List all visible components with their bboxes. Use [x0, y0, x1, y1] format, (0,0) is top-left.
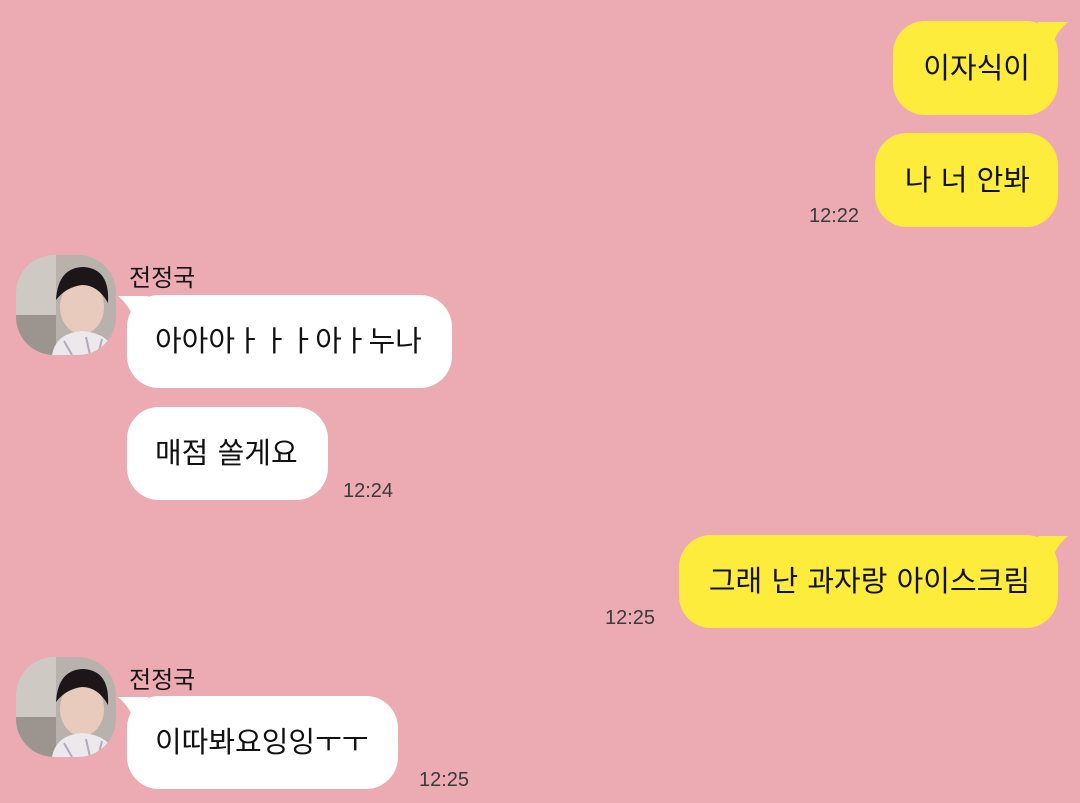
message-text: 그래 난 과자랑 아이스크림: [708, 564, 1030, 598]
message-text: 아아아ㅏㅏㅏ아ㅏ누나: [155, 324, 422, 358]
avatar[interactable]: [16, 255, 116, 355]
sender-name: 전정국: [129, 264, 196, 292]
their-message-bubble[interactable]: 아아아ㅏㅏㅏ아ㅏ누나: [127, 295, 452, 388]
my-message-bubble[interactable]: 나 너 안봐: [874, 133, 1058, 227]
message-text: 이따봐요잉잉ㅜㅜ: [155, 725, 369, 759]
their-message-bubble[interactable]: 매점 쏠게요: [127, 407, 328, 500]
my-message-bubble[interactable]: 그래 난 과자랑 아이스크림: [678, 535, 1058, 628]
message-timestamp: 12:24: [343, 480, 394, 502]
message-text: 매점 쏠게요: [155, 436, 298, 470]
message-timestamp: 12:22: [809, 205, 860, 227]
their-message-bubble[interactable]: 이따봐요잉잉ㅜㅜ: [127, 696, 399, 789]
chat-area: 이자식이 나 너 안봐 12:22 전정국 아아아ㅏㅏㅏ아ㅏ누나 매점 쏠게요 …: [0, 0, 1080, 803]
message-text: 이자식이: [923, 50, 1030, 85]
profile-photo: [16, 657, 116, 757]
avatar[interactable]: [16, 657, 116, 757]
profile-photo: [16, 255, 116, 355]
message-text: 나 너 안봐: [904, 162, 1030, 197]
message-timestamp: 12:25: [605, 607, 656, 629]
my-message-bubble[interactable]: 이자식이: [893, 21, 1058, 115]
message-timestamp: 12:25: [419, 769, 470, 791]
sender-name: 전정국: [129, 666, 196, 694]
